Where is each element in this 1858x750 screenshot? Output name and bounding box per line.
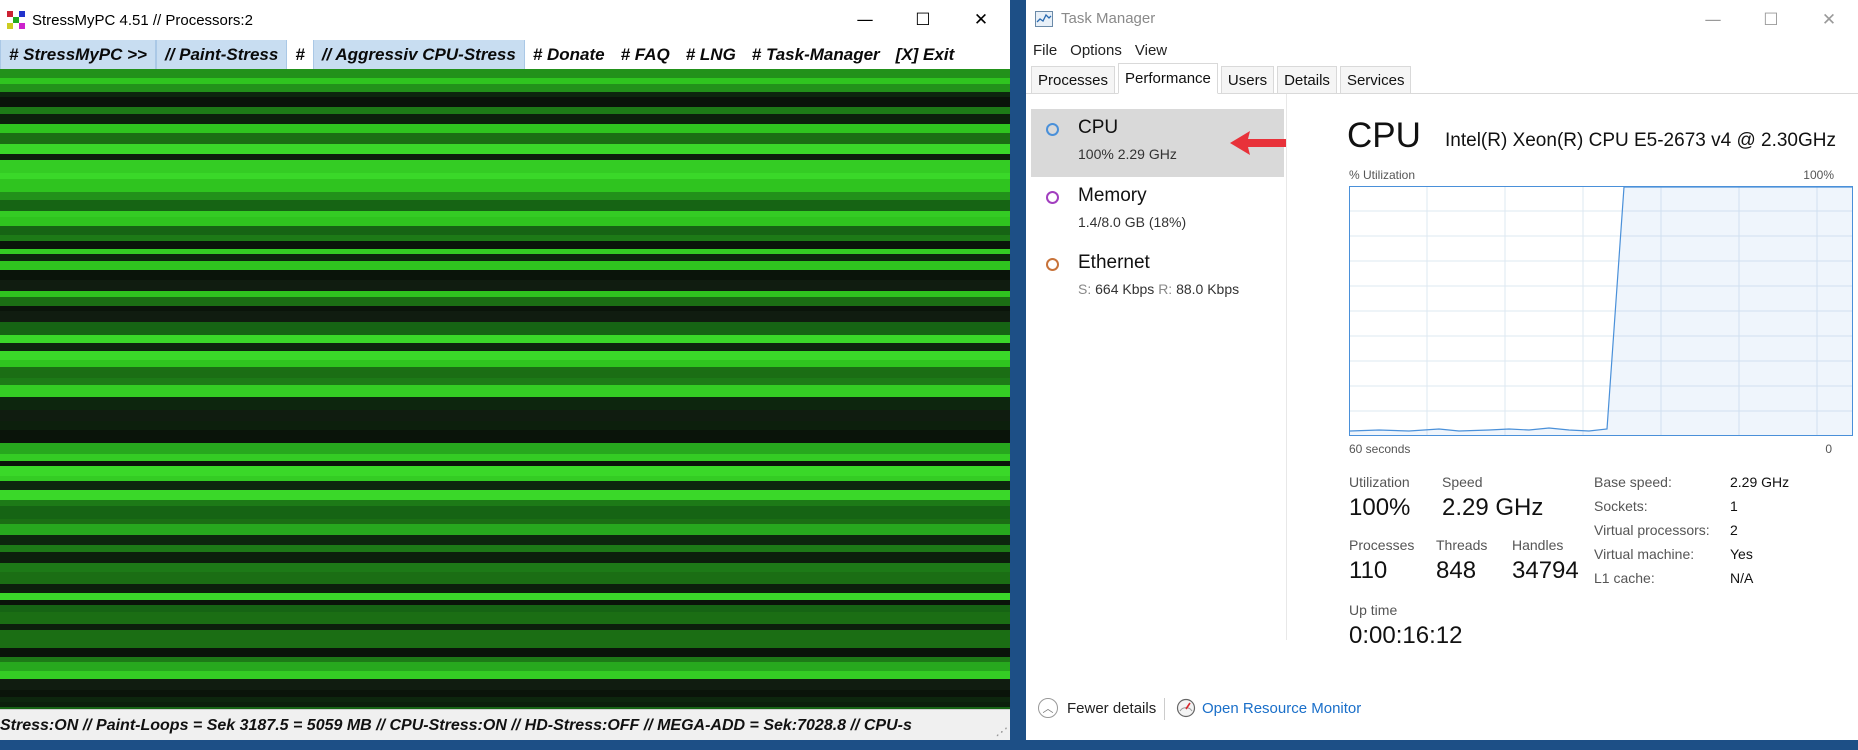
memory-circle-icon — [1046, 191, 1059, 204]
maximize-button[interactable]: ☐ — [894, 0, 952, 40]
resource-list: CPU 100% 2.29 GHz Memory 1.4/8.0 GB (18%… — [1026, 94, 1286, 654]
tm-close-button[interactable]: ✕ — [1800, 0, 1858, 40]
tm-maximize-button[interactable]: ☐ — [1742, 0, 1800, 40]
graph-x-start-label: 60 seconds — [1349, 442, 1411, 456]
sockets-label: Sockets: — [1594, 498, 1648, 514]
minimize-button[interactable]: — — [836, 0, 894, 40]
speed-label: Speed — [1442, 474, 1483, 490]
red-arrow-icon — [1230, 131, 1286, 155]
tab-services[interactable]: Services — [1339, 66, 1412, 93]
virtual-processors-label: Virtual processors: — [1594, 522, 1710, 538]
base-speed-value: 2.29 GHz — [1730, 474, 1790, 490]
task-manager-footer: ︿ Fewer details Open Resource Monitor — [1026, 688, 1858, 728]
menu-options[interactable]: Options — [1070, 42, 1122, 59]
menu-exit[interactable]: [X] Exit — [888, 40, 963, 69]
cpu-model-name: Intel(R) Xeon(R) CPU E5-2673 v4 @ 2.30GH… — [1445, 130, 1836, 151]
tab-processes[interactable]: Processes — [1031, 66, 1116, 93]
menu-stressmypc[interactable]: # StressMyPC >> — [0, 40, 156, 69]
resource-sub-memory: 1.4/8.0 GB (18%) — [1078, 214, 1187, 230]
utilization-axis-label: % Utilization — [1349, 168, 1416, 182]
cpu-utilization-graph — [1349, 186, 1853, 436]
uptime-value: 0:00:16:12 — [1349, 622, 1463, 649]
menu-lng[interactable]: # LNG — [678, 40, 744, 69]
resource-item-memory[interactable]: Memory 1.4/8.0 GB (18%) — [1031, 177, 1284, 245]
speed-value: 2.29 GHz — [1442, 494, 1544, 521]
tab-performance[interactable]: Performance — [1118, 63, 1218, 94]
utilization-value: 100% — [1349, 494, 1411, 521]
sockets-value: 1 — [1730, 498, 1738, 514]
cpu-circle-icon — [1046, 123, 1059, 136]
handles-value: 34794 — [1512, 557, 1579, 584]
menu-donate[interactable]: # Donate — [525, 40, 613, 69]
ethernet-receive-value: 88.0 Kbps — [1176, 281, 1240, 297]
resource-name-ethernet: Ethernet — [1078, 252, 1150, 273]
resource-name-memory: Memory — [1078, 185, 1147, 206]
open-resource-monitor-link[interactable]: Open Resource Monitor — [1202, 700, 1361, 717]
threads-value: 848 — [1436, 557, 1477, 584]
task-manager-menubar: File Options View — [1026, 37, 1173, 63]
menu-file[interactable]: File — [1033, 42, 1057, 59]
task-manager-tabs: Processes Performance Users Details Serv… — [1026, 63, 1858, 94]
footer-divider — [1164, 698, 1165, 720]
resource-item-ethernet[interactable]: Ethernet S: 664 Kbps R: 88.0 Kbps — [1031, 244, 1284, 312]
task-manager-window: Task Manager — ☐ ✕ File Options View Pro… — [1026, 0, 1858, 740]
handles-label: Handles — [1512, 537, 1564, 553]
processes-value: 110 — [1349, 557, 1388, 584]
graph-x-end-label: 0 — [1825, 442, 1832, 456]
tab-users[interactable]: Users — [1220, 66, 1275, 93]
menu-task-manager[interactable]: # Task-Manager — [744, 40, 888, 69]
ethernet-send-value: 664 Kbps — [1095, 281, 1155, 297]
resource-monitor-icon[interactable] — [1176, 698, 1196, 718]
menu-faq[interactable]: # FAQ — [613, 40, 678, 69]
stressmypc-title: StressMyPC 4.51 // Processors:2 — [32, 11, 253, 29]
base-speed-label: Base speed: — [1594, 474, 1672, 490]
resource-sub-cpu: 100% 2.29 GHz — [1078, 146, 1177, 162]
ethernet-receive-label: R: — [1158, 281, 1173, 297]
menu-view[interactable]: View — [1135, 42, 1167, 59]
resource-item-cpu[interactable]: CPU 100% 2.29 GHz — [1031, 109, 1286, 177]
menu-aggressiv-cpu-stress[interactable]: // Aggressiv CPU-Stress — [312, 40, 525, 69]
stressmypc-menubar: # StressMyPC >> // Paint-Stress # // Agg… — [0, 40, 1010, 69]
fewer-details-link[interactable]: Fewer details — [1067, 700, 1156, 717]
task-manager-app-icon — [1035, 10, 1053, 27]
utilization-max-label: 100% — [1803, 168, 1834, 182]
stressmypc-titlebar: StressMyPC 4.51 // Processors:2 — ☐ ✕ — [0, 0, 1010, 40]
l1-cache-value: N/A — [1730, 570, 1754, 586]
tm-minimize-button[interactable]: — — [1684, 0, 1742, 40]
tab-details[interactable]: Details — [1277, 66, 1337, 93]
ethernet-send-label: S: — [1078, 281, 1092, 297]
stressmypc-app-icon — [7, 11, 25, 29]
close-button[interactable]: ✕ — [952, 0, 1010, 40]
uptime-label: Up time — [1349, 602, 1398, 618]
menu-paint-stress[interactable]: // Paint-Stress — [155, 40, 288, 69]
paint-stress-canvas — [0, 69, 1010, 713]
resize-grip-icon[interactable]: ⋰ — [996, 727, 1008, 739]
cpu-performance-panel: CPU Intel(R) Xeon(R) CPU E5-2673 v4 @ 2.… — [1287, 94, 1858, 654]
virtual-machine-label: Virtual machine: — [1594, 546, 1695, 562]
threads-label: Threads — [1436, 537, 1488, 553]
utilization-label: Utilization — [1349, 474, 1410, 490]
stressmypc-window: StressMyPC 4.51 // Processors:2 — ☐ ✕ # … — [0, 0, 1010, 740]
resource-name-cpu: CPU — [1078, 117, 1119, 138]
l1-cache-label: L1 cache: — [1594, 570, 1655, 586]
processes-label: Processes — [1349, 537, 1415, 553]
stress-status-bar: Stress:ON // Paint-Loops = Sek 3187.5 = … — [0, 709, 1010, 740]
menu-hash[interactable]: # — [287, 40, 312, 69]
stress-status-text: Stress:ON // Paint-Loops = Sek 3187.5 = … — [0, 716, 912, 734]
task-manager-titlebar: Task Manager — ☐ ✕ — [1026, 0, 1858, 37]
virtual-processors-value: 2 — [1730, 522, 1738, 538]
task-manager-title: Task Manager — [1061, 10, 1156, 27]
virtual-machine-value: Yes — [1730, 546, 1753, 562]
resource-sub-ethernet: S: 664 Kbps R: 88.0 Kbps — [1078, 281, 1239, 297]
ethernet-circle-icon — [1046, 258, 1059, 271]
cpu-heading: CPU — [1347, 116, 1421, 155]
chevron-up-icon[interactable]: ︿ — [1038, 698, 1058, 718]
